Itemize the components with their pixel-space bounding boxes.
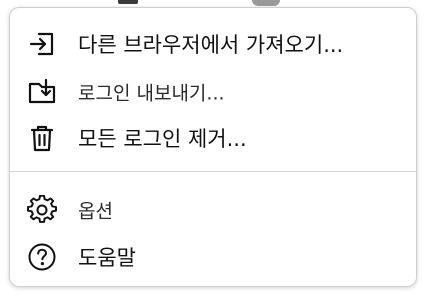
menu-divider	[10, 171, 416, 172]
menu-item-label: 도움말	[78, 246, 136, 270]
menu-item-options[interactable]: 옵션	[10, 188, 416, 232]
gear-icon	[26, 194, 58, 226]
menu-item-import-from-browser[interactable]: 다른 브라우저에서 가져오기...	[10, 22, 416, 66]
menu-anchor-button-edge	[252, 0, 280, 6]
logins-options-menu: 다른 브라우저에서 가져오기... 로그인 내보내기... 모든 로그인 제거.…	[9, 7, 417, 287]
menu-item-export-logins[interactable]: 로그인 내보내기...	[10, 70, 416, 114]
export-folder-icon	[26, 76, 58, 108]
menu-item-label: 옵션	[78, 200, 113, 223]
clipped-text	[118, 0, 138, 4]
menu-item-help[interactable]: 도움말	[10, 235, 416, 279]
menu-item-label: 모든 로그인 제거...	[78, 127, 247, 151]
menu-item-remove-all-logins[interactable]: 모든 로그인 제거...	[10, 116, 416, 160]
help-icon	[26, 241, 58, 273]
menu-item-label: 다른 브라우저에서 가져오기...	[78, 33, 344, 57]
menu-item-label: 로그인 내보내기...	[78, 82, 225, 105]
trash-icon	[26, 122, 58, 154]
import-icon	[26, 28, 58, 60]
